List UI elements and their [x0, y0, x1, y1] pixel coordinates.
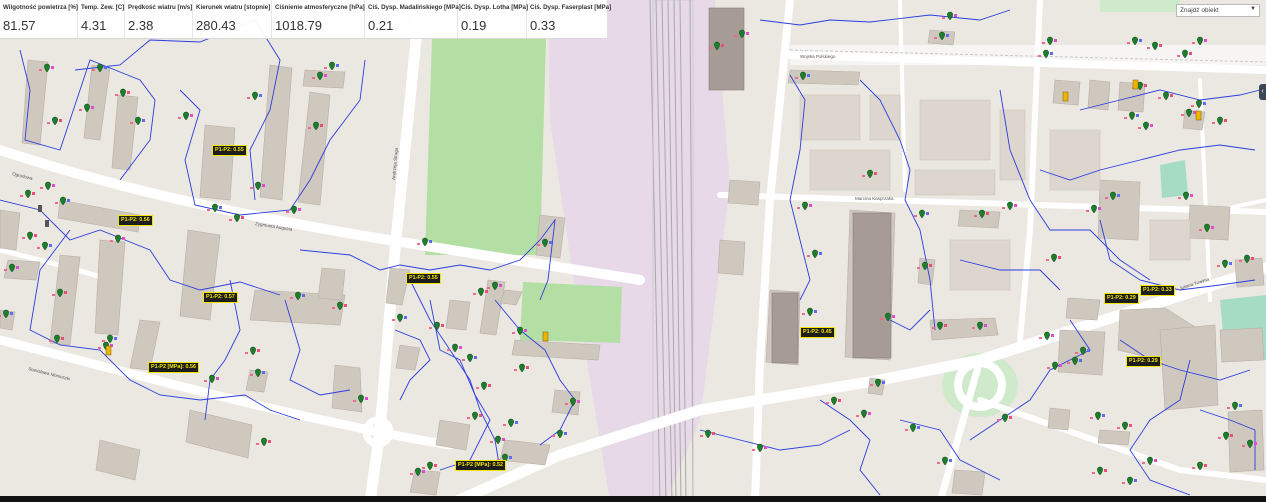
humidity-cell: Wilgotność powietrza [%] 81.57: [0, 0, 78, 38]
temperature-cell: Temp. Zew. [C] 4.31: [78, 0, 125, 38]
device-icon[interactable]: [45, 220, 49, 227]
substation-icon[interactable]: [1195, 110, 1202, 121]
madalinskiego-label: Ciś. Dysp. Madalińskiego [MPa]: [368, 4, 461, 11]
pressure-value: 1018.79: [275, 18, 322, 33]
search-object-select[interactable]: Znajdź obiekt ▼: [1176, 4, 1260, 17]
faserplast-cell: Ciś. Dysp. Faserplast [MPa] 0.33: [527, 0, 612, 38]
pressure-label: Ciśnienie atmosferyczne [hPa]: [275, 4, 365, 11]
bottom-bar: [0, 496, 1266, 502]
chevron-left-icon: ‹: [1261, 88, 1264, 95]
pressure-label-box[interactable]: P1-P2 [MPa]: 0.52: [455, 460, 506, 471]
pressure-cell: Ciśnienie atmosferyczne [hPa] 1018.79: [272, 0, 365, 38]
humidity-value: 81.57: [3, 18, 36, 33]
lotha-cell: Ciś. Dysp. Lotha [MPa] 0.19: [458, 0, 529, 38]
faserplast-value: 0.33: [530, 18, 556, 33]
street-name-wojska: Wojska Polskiego: [800, 54, 836, 59]
lotha-value: 0.19: [461, 18, 487, 33]
pressure-label-box[interactable]: P1-P2: 0.56: [118, 215, 153, 226]
pressure-label-box[interactable]: P1-P2: 0.33: [1140, 285, 1175, 296]
pressure-label-box[interactable]: P1-P2: 0.29: [1126, 356, 1161, 367]
wind-speed-label: Prędkość wiatru [m/s]: [128, 4, 193, 11]
humidity-label: Wilgotność powietrza [%]: [3, 4, 78, 11]
device-icon[interactable]: [38, 205, 42, 212]
weather-panel: Wilgotność powietrza [%] 81.57 Temp. Zew…: [0, 0, 612, 39]
sports-field-2: [520, 282, 622, 343]
street-name-kasprzaka: Marcina Kasprzaka: [855, 196, 894, 201]
pressure-label-box[interactable]: P1-P2: 0.55: [212, 145, 247, 156]
pressure-label-box[interactable]: P1-P2 [MPa]: 0.56: [148, 362, 199, 373]
side-panel-toggle[interactable]: ‹: [1259, 84, 1266, 100]
search-placeholder: Znajdź obiekt: [1180, 7, 1219, 14]
sports-field: [425, 38, 546, 255]
pressure-label-box[interactable]: P1-P2: 0.55: [406, 273, 441, 284]
madalinskiego-cell: Ciś. Dysp. Madalińskiego [MPa] 0.21: [365, 0, 461, 38]
wind-direction-label: Kierunek wiatru [stopnie]: [196, 4, 271, 11]
temperature-label: Temp. Zew. [C]: [81, 4, 125, 11]
substation-icon[interactable]: [542, 331, 549, 342]
temperature-value: 4.31: [81, 18, 107, 33]
madalinskiego-value: 0.21: [368, 18, 394, 33]
wind-direction-value: 280.43: [196, 18, 236, 33]
pressure-label-box[interactable]: P1-P2: 0.29: [1104, 293, 1139, 304]
chevron-down-icon: ▼: [1250, 6, 1256, 12]
wind-speed-cell: Prędkość wiatru [m/s] 2.38: [125, 0, 193, 38]
faserplast-label: Ciś. Dysp. Faserplast [MPa]: [530, 4, 612, 11]
pressure-label-box[interactable]: P1-P2: 0.57: [203, 292, 238, 303]
map-canvas[interactable]: Ogrodowa Zygmunta Augusta Marcina Kasprz…: [0, 0, 1266, 502]
substation-icon[interactable]: [1132, 79, 1139, 90]
wind-speed-value: 2.38: [128, 18, 154, 33]
pressure-label-box[interactable]: P1-P2: 0.45: [800, 327, 835, 338]
substation-icon[interactable]: [105, 345, 112, 356]
wind-direction-cell: Kierunek wiatru [stopnie] 280.43: [193, 0, 272, 38]
substation-icon[interactable]: [1062, 91, 1069, 102]
lotha-label: Ciś. Dysp. Lotha [MPa]: [461, 4, 529, 11]
